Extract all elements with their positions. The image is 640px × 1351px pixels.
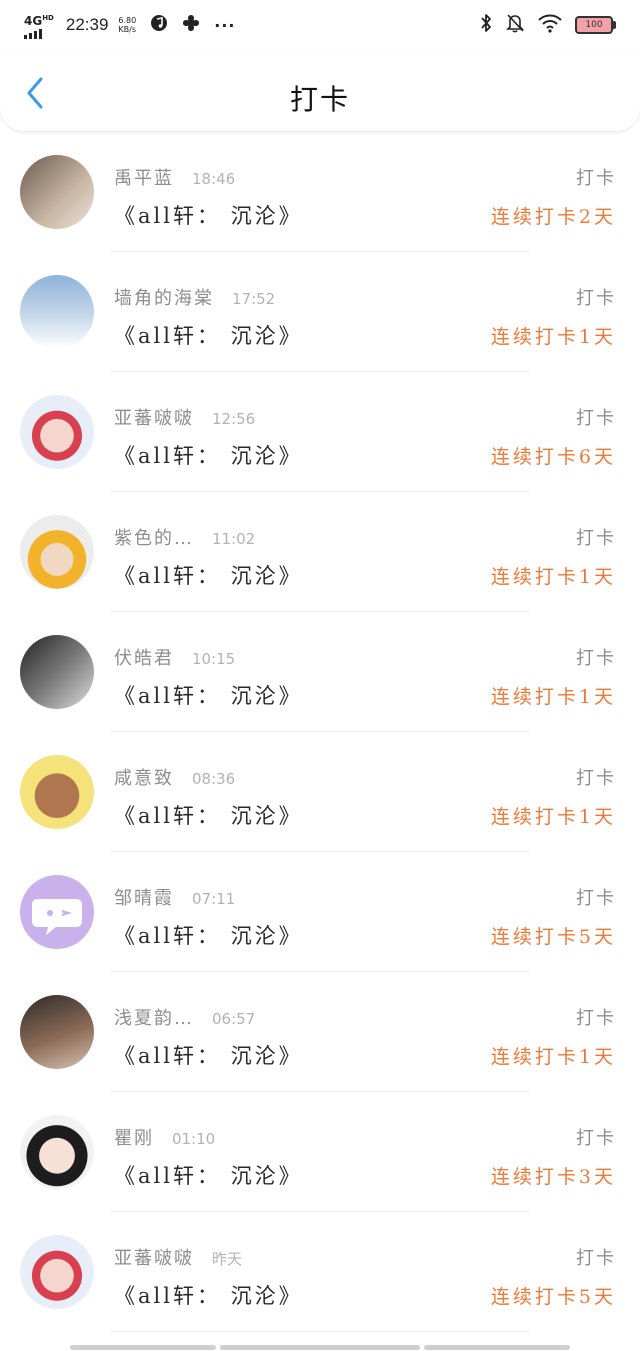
list-item[interactable]: 咸意致 08:36 《all轩： 沉沦》 打卡连续打卡1天 — [0, 732, 640, 852]
streak-label: 连续打卡1天 — [490, 1046, 616, 1068]
book-title: 《all轩： 沉沦》 — [114, 324, 303, 348]
streak-label: 连续打卡5天 — [490, 926, 616, 948]
clock: 22:39 — [65, 15, 109, 34]
checkin-label: 打卡 — [576, 408, 616, 429]
checkin-label: 打卡 — [576, 648, 616, 669]
status-left: 4GHD 22:39 6.80 KB/s ··· — [24, 12, 235, 39]
checkin-label: 打卡 — [576, 1248, 616, 1269]
book-title: 《all轩： 沉沦》 — [114, 804, 303, 828]
avatar[interactable] — [20, 395, 94, 469]
user-name: 咸意致 08:36 — [114, 768, 236, 789]
checkin-label: 打卡 — [576, 528, 616, 549]
streak-label: 连续打卡3天 — [490, 1166, 616, 1188]
streak-label: 连续打卡1天 — [490, 326, 616, 348]
streak-label: 连续打卡5天 — [490, 1286, 616, 1308]
book-title: 《all轩： 沉沦》 — [114, 444, 303, 468]
streak-label: 连续打卡1天 — [490, 686, 616, 708]
nav-bar: 打卡 — [0, 50, 640, 132]
checkin-time: 07:11 — [192, 890, 236, 908]
avatar[interactable] — [20, 635, 94, 709]
list-item[interactable]: 墙角的海棠 17:52 《all轩： 沉沦》 打卡连续打卡1天 — [0, 252, 640, 372]
avatar[interactable] — [20, 275, 94, 349]
streak-label: 连续打卡6天 — [490, 446, 616, 468]
checkin-time: 10:15 — [192, 650, 236, 668]
book-title: 《all轩： 沉沦》 — [114, 204, 303, 228]
book-title: 《all轩： 沉沦》 — [114, 1284, 303, 1308]
avatar[interactable] — [20, 515, 94, 589]
signal-bars-icon — [24, 28, 42, 39]
checkin-label: 打卡 — [576, 168, 616, 189]
battery-level: 100 — [575, 16, 613, 34]
avatar[interactable] — [20, 155, 94, 229]
avatar[interactable] — [20, 755, 94, 829]
bluetooth-icon — [479, 13, 493, 37]
wifi-icon — [537, 13, 563, 37]
checkin-time: 18:46 — [192, 170, 236, 188]
bottom-scroll-indicator — [0, 1345, 640, 1351]
status-bar: 4GHD 22:39 6.80 KB/s ··· 100 — [0, 0, 640, 50]
book-title: 《all轩： 沉沦》 — [114, 1044, 303, 1068]
avatar[interactable] — [20, 1115, 94, 1189]
avatar[interactable] — [20, 875, 94, 949]
book-title: 《all轩： 沉沦》 — [114, 684, 303, 708]
list-item[interactable]: 紫色的… 11:02 《all轩： 沉沦》 打卡连续打卡1天 — [0, 492, 640, 612]
user-name: 瞿刚 01:10 — [114, 1128, 216, 1149]
checkin-label: 打卡 — [576, 1128, 616, 1149]
checkin-list: 禹平蓝 18:46 《all轩： 沉沦》 打卡 连续打卡2天 墙角的海棠 17:52 《all… — [0, 132, 640, 1332]
checkin-label: 打卡 — [576, 888, 616, 909]
user-name: 亚蕃啵啵 12:56 — [114, 408, 256, 429]
checkin-time: 17:52 — [232, 290, 276, 308]
user-name: 浅夏韵… 06:57 — [114, 1008, 256, 1029]
streak-label: 连续打卡1天 — [490, 566, 616, 588]
avatar[interactable] — [20, 995, 94, 1069]
status-right: 100 — [479, 13, 616, 37]
checkin-time: 08:36 — [192, 770, 236, 788]
fan-app-icon — [182, 14, 200, 36]
user-name: 禹平蓝 18:46 — [114, 168, 236, 189]
list-item[interactable]: 伏皓君 10:15 《all轩： 沉沦》 打卡连续打卡1天 — [0, 612, 640, 732]
avatar[interactable] — [20, 1235, 94, 1309]
checkin-time: 06:57 — [212, 1010, 256, 1028]
list-item[interactable]: 禹平蓝 18:46 《all轩： 沉沦》 打卡连续打卡2天 — [0, 132, 640, 252]
user-name: 伏皓君 10:15 — [114, 648, 236, 669]
cellular-signal: 4GHD — [24, 12, 54, 39]
book-title: 《all轩： 沉沦》 — [114, 1164, 303, 1188]
list-item[interactable]: 邹晴霞 07:11 《all轩： 沉沦》 打卡连续打卡5天 — [0, 852, 640, 972]
streak-label: 连续打卡1天 — [490, 806, 616, 828]
list-item[interactable]: 浅夏韵… 06:57 《all轩： 沉沦》 打卡连续打卡1天 — [0, 972, 640, 1092]
battery-icon: 100 — [575, 16, 616, 34]
mute-bell-icon — [505, 13, 525, 37]
checkin-time: 11:02 — [212, 530, 256, 548]
net-speed: 6.80 KB/s — [118, 16, 137, 34]
streak-label: 连续打卡2天 — [490, 206, 616, 228]
checkin-label: 打卡 — [576, 768, 616, 789]
checkin-time: 12:56 — [212, 410, 256, 428]
page-title: 打卡 — [289, 83, 350, 116]
book-title: 《all轩： 沉沦》 — [114, 924, 303, 948]
user-name: 亚蕃啵啵 昨天 — [114, 1248, 243, 1269]
checkin-time: 昨天 — [212, 1250, 243, 1268]
user-name: 紫色的… 11:02 — [114, 528, 256, 549]
list-item[interactable]: 亚蕃啵啵 昨天《all轩： 沉沦》 打卡连续打卡5天 — [0, 1212, 640, 1332]
more-notifications-icon: ··· — [214, 15, 236, 35]
music-app-icon — [150, 14, 168, 36]
user-name: 墙角的海棠 17:52 — [114, 288, 276, 309]
checkin-label: 打卡 — [576, 288, 616, 309]
book-title: 《all轩： 沉沦》 — [114, 564, 303, 588]
user-name: 邹晴霞 07:11 — [114, 888, 236, 909]
checkin-label: 打卡 — [576, 1008, 616, 1029]
network-type: 4GHD — [24, 13, 54, 28]
checkin-time: 01:10 — [172, 1130, 216, 1148]
list-item[interactable]: 瞿刚 01:10 《all轩： 沉沦》 打卡连续打卡3天 — [0, 1092, 640, 1212]
list-item[interactable]: 亚蕃啵啵 12:56 《all轩： 沉沦》 打卡连续打卡6天 — [0, 372, 640, 492]
